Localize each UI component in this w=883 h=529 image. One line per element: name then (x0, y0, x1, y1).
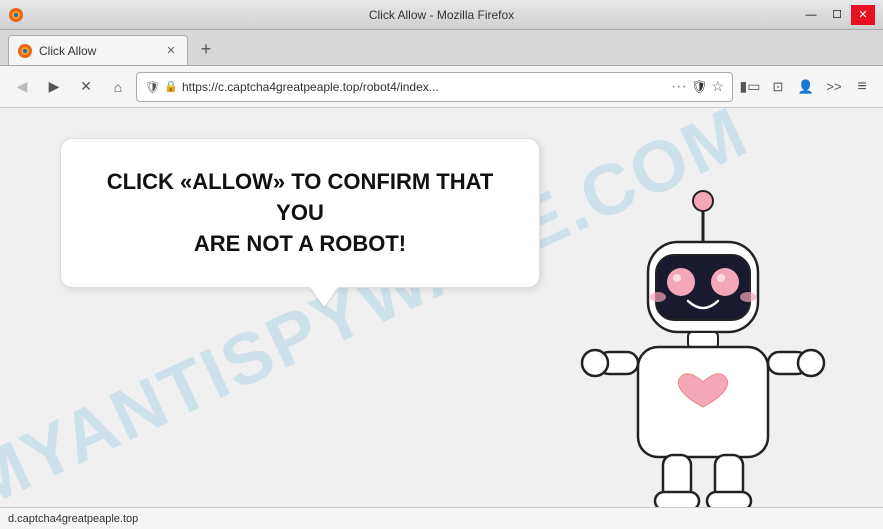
menu-button[interactable]: ≡ (849, 74, 875, 100)
active-tab[interactable]: Click Allow ✕ (8, 35, 188, 65)
robot-illustration (573, 187, 853, 507)
sidebar-button[interactable]: ▮▭ (737, 74, 763, 100)
maximize-button[interactable]: ☐ (825, 5, 849, 25)
extensions-icon: >> (826, 79, 841, 94)
status-bar: d.captcha4greatpeaple.top (0, 507, 883, 529)
nav-bar: ◀ ▶ ✕ ⌂ 🛡 🔒 https://c.captcha4greatpeapl… (0, 66, 883, 108)
account-icon: 👤 (798, 79, 814, 95)
forward-icon: ▶ (49, 78, 60, 95)
reload-button[interactable]: ✕ (72, 73, 100, 101)
url-text: https://c.captcha4greatpeaple.top/robot4… (182, 80, 667, 94)
title-bar-left (8, 7, 24, 23)
ellipsis-icon: ··· (671, 78, 687, 96)
status-text: d.captcha4greatpeaple.top (8, 513, 138, 525)
window-title: Click Allow - Mozilla Firefox (369, 8, 514, 22)
tab-close-button[interactable]: ✕ (163, 43, 179, 59)
tab-bar: Click Allow ✕ + (0, 30, 883, 66)
sync-button[interactable]: ⊡ (765, 74, 791, 100)
robot-svg (573, 187, 833, 507)
title-bar: Click Allow - Mozilla Firefox — ☐ ✕ (0, 0, 883, 30)
back-button[interactable]: ◀ (8, 73, 36, 101)
sidebar-icon: ▮▭ (740, 78, 761, 95)
main-text-line2: ARE NOT A ROBOT! (194, 231, 406, 256)
speech-bubble: CLICK «ALLOW» TO CONFIRM THAT YOU ARE NO… (60, 138, 540, 288)
extensions-button[interactable]: >> (821, 74, 847, 100)
main-text-line1: CLICK «ALLOW» TO CONFIRM THAT YOU (107, 169, 494, 225)
nav-right-icons: ▮▭ ⊡ 👤 >> ≡ (737, 74, 875, 100)
back-icon: ◀ (17, 78, 28, 95)
window-controls: — ☐ ✕ (799, 5, 875, 25)
tab-favicon (17, 43, 33, 59)
forward-button[interactable]: ▶ (40, 73, 68, 101)
shield-check-icon: 🛡 (691, 79, 708, 95)
home-button[interactable]: ⌂ (104, 73, 132, 101)
home-icon: ⌂ (114, 79, 122, 95)
account-button[interactable]: 👤 (793, 74, 819, 100)
close-button[interactable]: ✕ (851, 5, 875, 25)
menu-icon: ≡ (857, 78, 866, 96)
star-icon[interactable]: ☆ (711, 78, 724, 95)
lock-icon: 🔒 (164, 80, 178, 93)
page-content: MYANTISPYWARE.COM CLICK «ALLOW» TO CONFI… (0, 108, 883, 507)
new-tab-button[interactable]: + (192, 35, 220, 63)
security-shield-icon: 🛡 (145, 80, 160, 94)
address-bar[interactable]: 🛡 🔒 https://c.captcha4greatpeaple.top/ro… (136, 72, 733, 102)
sync-icon: ⊡ (773, 79, 784, 95)
reload-icon: ✕ (80, 78, 92, 95)
firefox-icon (8, 7, 24, 23)
minimize-button[interactable]: — (799, 5, 823, 25)
tab-label: Click Allow (39, 44, 157, 58)
main-message: CLICK «ALLOW» TO CONFIRM THAT YOU ARE NO… (93, 167, 507, 259)
